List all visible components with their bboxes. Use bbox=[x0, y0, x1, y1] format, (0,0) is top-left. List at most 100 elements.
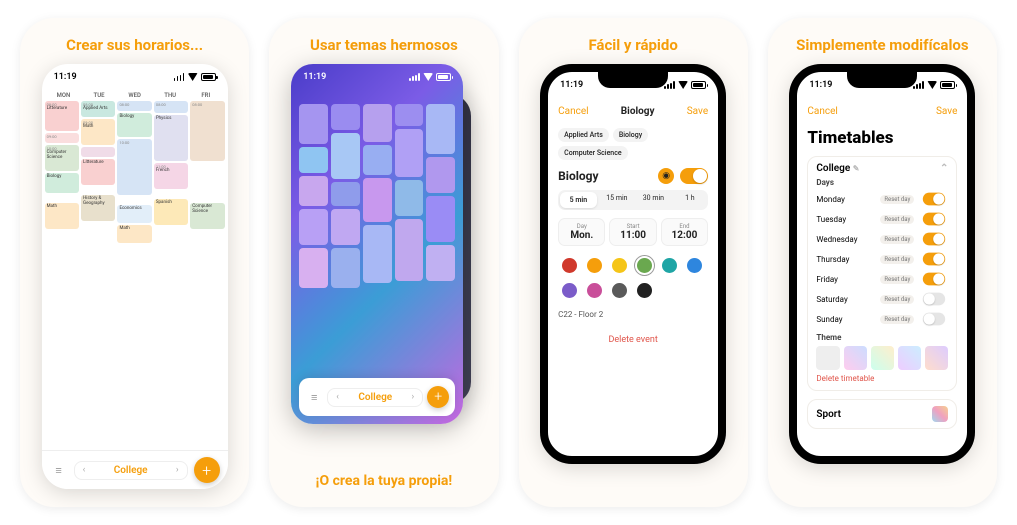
chevron-left-icon[interactable]: ‹ bbox=[83, 465, 86, 475]
color-swatch[interactable] bbox=[562, 258, 577, 273]
event-block[interactable]: Math bbox=[117, 225, 151, 243]
cancel-button[interactable]: Cancel bbox=[807, 106, 837, 117]
interval-segment[interactable]: 5 min15 min30 min1 h bbox=[558, 190, 708, 210]
time-cell[interactable]: DayMon. bbox=[558, 218, 605, 246]
reset-day-button[interactable]: Reset day bbox=[880, 255, 914, 264]
interval-option[interactable]: 30 min bbox=[635, 190, 672, 210]
timetable-section-collapsed[interactable]: Sport bbox=[807, 399, 957, 429]
showcase-card-1: Crear sus horarios... 11:19 MONTUEWEDTHU… bbox=[20, 18, 249, 507]
nav-bar: Cancel Save bbox=[797, 98, 967, 124]
time-cell[interactable]: End12:00 bbox=[661, 218, 708, 246]
battery-icon bbox=[691, 81, 706, 89]
day-toggle[interactable] bbox=[923, 313, 945, 326]
day-header: THU bbox=[152, 92, 188, 99]
event-block[interactable] bbox=[81, 147, 115, 157]
menu-icon[interactable]: ≡ bbox=[50, 461, 68, 479]
event-block[interactable]: Biology bbox=[45, 173, 79, 193]
theme-tile[interactable] bbox=[871, 346, 894, 370]
reset-day-button[interactable]: Reset day bbox=[880, 235, 914, 244]
menu-icon[interactable]: ≡ bbox=[305, 388, 323, 406]
event-block[interactable]: Spanish bbox=[154, 199, 188, 225]
event-block bbox=[363, 225, 392, 283]
color-swatch[interactable] bbox=[612, 258, 627, 273]
event-block[interactable] bbox=[190, 163, 224, 193]
color-swatch[interactable] bbox=[637, 283, 652, 298]
day-toggle[interactable] bbox=[923, 193, 945, 206]
color-swatch[interactable] bbox=[637, 258, 652, 273]
event-block[interactable]: Physics bbox=[154, 115, 188, 161]
color-swatch[interactable] bbox=[662, 258, 677, 273]
theme-tile[interactable] bbox=[844, 346, 867, 370]
room-field[interactable]: C22 - Floor 2 bbox=[558, 310, 708, 319]
color-swatch[interactable] bbox=[612, 283, 627, 298]
theme-stack: 11:19 ≡ ‹ College › + bbox=[281, 64, 486, 473]
palette-icon[interactable]: ◉ bbox=[658, 168, 674, 184]
time-pickers[interactable]: DayMon.Start11:00End12:00 bbox=[558, 218, 708, 246]
reset-day-button[interactable]: Reset day bbox=[880, 275, 914, 284]
event-block[interactable]: 08:00 bbox=[190, 101, 224, 161]
chevron-right-icon[interactable]: › bbox=[176, 465, 179, 475]
color-swatch[interactable] bbox=[562, 283, 577, 298]
reset-day-button[interactable]: Reset day bbox=[880, 295, 914, 304]
delete-timetable-button[interactable]: Delete timetable bbox=[816, 370, 948, 384]
event-block bbox=[426, 196, 455, 242]
timetable-nav[interactable]: ‹ College › bbox=[74, 461, 188, 480]
theme-picker[interactable] bbox=[816, 346, 948, 370]
event-block[interactable]: 08:00Applied Arts bbox=[81, 101, 115, 117]
event-block[interactable]: Economics bbox=[117, 205, 151, 223]
color-swatch[interactable] bbox=[587, 283, 602, 298]
theme-grid bbox=[299, 104, 455, 364]
headline-3: Fácil y rápido bbox=[588, 36, 677, 54]
color-swatch[interactable] bbox=[687, 258, 702, 273]
interval-option[interactable]: 5 min bbox=[560, 192, 597, 208]
reset-day-button[interactable]: Reset day bbox=[880, 195, 914, 204]
color-swatch[interactable] bbox=[587, 258, 602, 273]
subject-toggle[interactable] bbox=[680, 168, 708, 184]
event-block[interactable]: 10:00 bbox=[117, 139, 151, 195]
day-toggle[interactable] bbox=[923, 293, 945, 306]
tag-pill[interactable]: Biology bbox=[613, 128, 648, 142]
day-toggle[interactable] bbox=[923, 273, 945, 286]
day-toggle[interactable] bbox=[923, 213, 945, 226]
event-block[interactable]: Computer Science bbox=[190, 203, 224, 229]
chevron-right-icon: › bbox=[412, 392, 415, 402]
event-block[interactable]: 08:00 bbox=[154, 101, 188, 113]
cancel-button[interactable]: Cancel bbox=[558, 106, 588, 117]
reset-day-button[interactable]: Reset day bbox=[880, 315, 914, 324]
event-block[interactable]: 09:00Math bbox=[81, 119, 115, 145]
theme-tile[interactable] bbox=[925, 346, 948, 370]
save-button[interactable]: Save bbox=[687, 106, 708, 117]
section-header[interactable]: College ✎ ⌃ bbox=[816, 163, 948, 174]
tag-pill[interactable]: Applied Arts bbox=[558, 128, 609, 142]
color-picker[interactable] bbox=[558, 256, 708, 310]
event-block[interactable]: Litterature bbox=[81, 159, 115, 185]
event-block[interactable]: 09:00 bbox=[45, 133, 79, 143]
event-block[interactable]: 08:00Litterature bbox=[45, 101, 79, 131]
event-block[interactable]: 08:00 bbox=[117, 101, 151, 111]
theme-tile[interactable] bbox=[816, 346, 839, 370]
event-block[interactable]: 11:00French bbox=[154, 163, 188, 189]
timetable-nav[interactable]: ‹ College › bbox=[327, 388, 423, 407]
day-row: SaturdayReset day bbox=[816, 289, 948, 309]
day-toggle[interactable] bbox=[923, 233, 945, 246]
add-button[interactable]: + bbox=[427, 386, 449, 408]
event-block[interactable]: 10:00Computer Science bbox=[45, 145, 79, 171]
wifi-icon bbox=[927, 81, 937, 89]
tag-pill[interactable]: Computer Science bbox=[558, 146, 628, 160]
event-block[interactable]: History & Geography bbox=[81, 195, 115, 221]
wifi-icon bbox=[678, 81, 688, 89]
timetable-grid[interactable]: 08:00Litterature09:0010:00Computer Scien… bbox=[42, 101, 228, 450]
event-block[interactable]: Biology bbox=[117, 113, 151, 137]
interval-option[interactable]: 1 h bbox=[672, 190, 709, 210]
day-header: TUE bbox=[81, 92, 117, 99]
reset-day-button[interactable]: Reset day bbox=[880, 215, 914, 224]
theme-tile[interactable] bbox=[898, 346, 921, 370]
save-button[interactable]: Save bbox=[936, 106, 957, 117]
interval-option[interactable]: 15 min bbox=[599, 190, 636, 210]
delete-event-button[interactable]: Delete event bbox=[558, 335, 708, 345]
day-toggle[interactable] bbox=[923, 253, 945, 266]
add-button[interactable]: + bbox=[194, 457, 220, 483]
event-block[interactable]: Math bbox=[45, 203, 79, 229]
status-bar: 11:19 bbox=[42, 64, 228, 90]
time-cell[interactable]: Start11:00 bbox=[609, 218, 656, 246]
